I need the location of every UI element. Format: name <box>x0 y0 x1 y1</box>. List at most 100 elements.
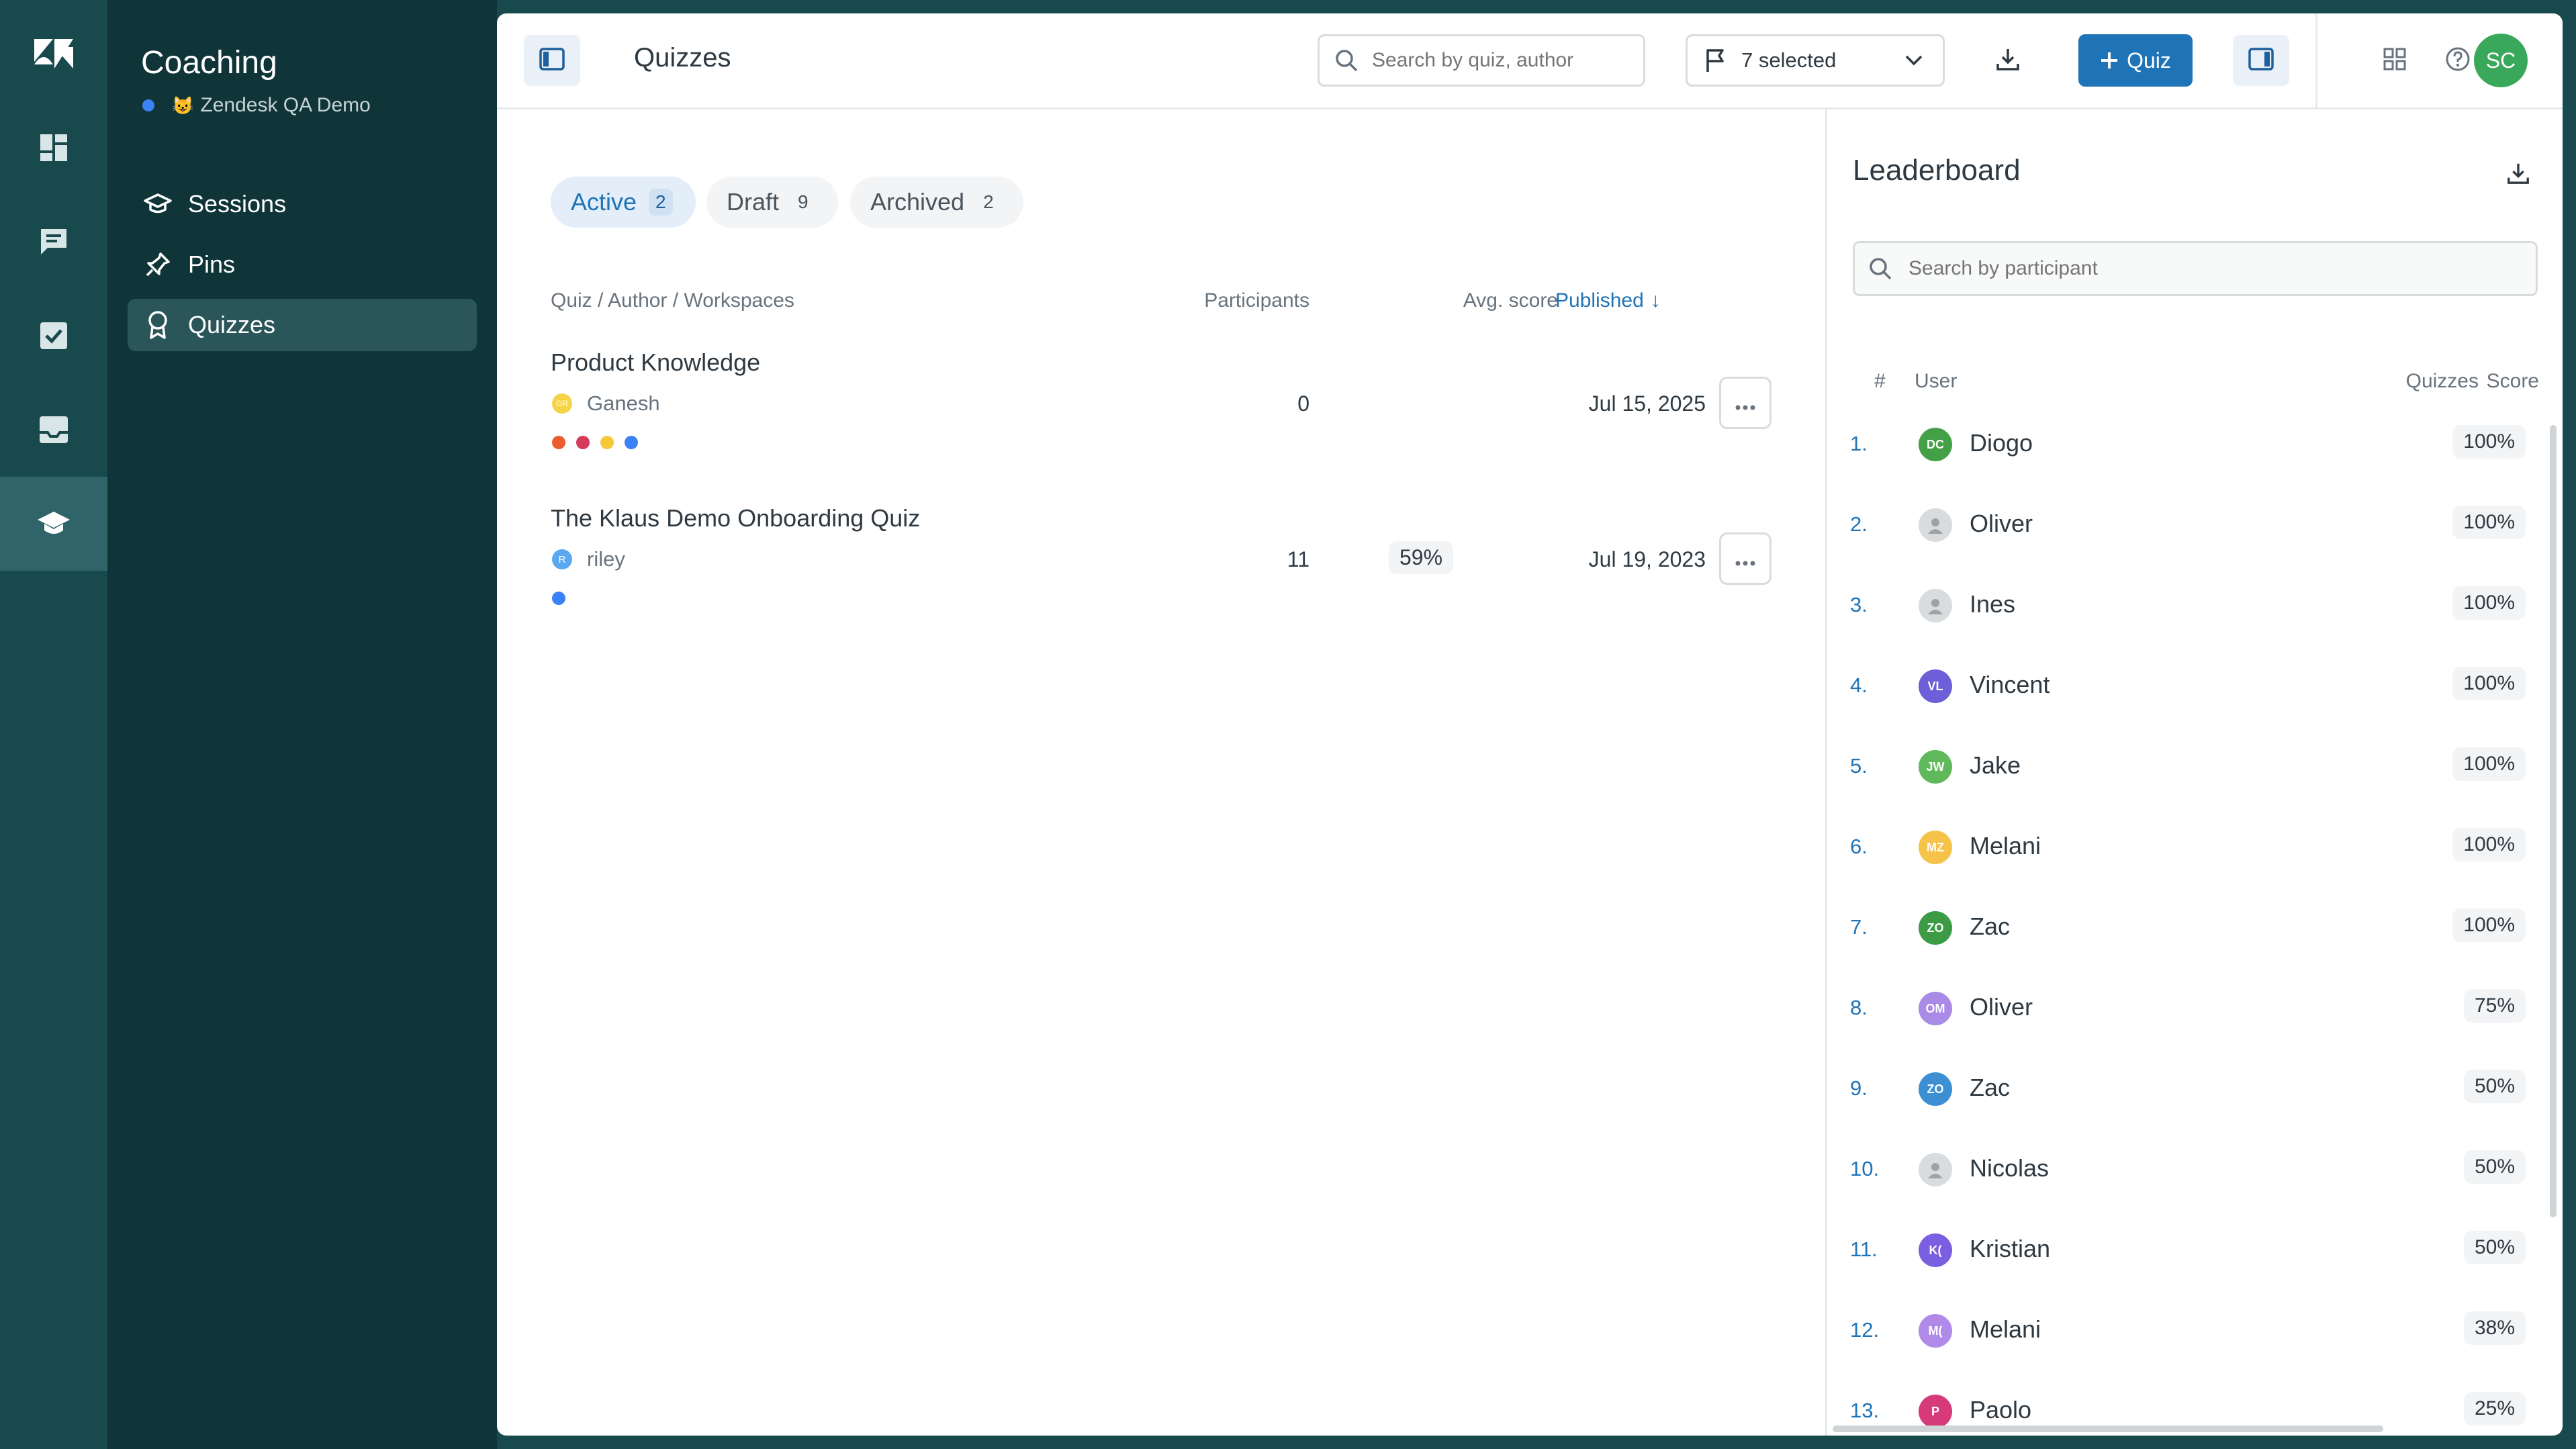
vertical-scrollbar[interactable] <box>2550 425 2557 1217</box>
add-quiz-label: Quiz <box>2127 48 2171 73</box>
quiz-count: 1 <box>2163 673 2479 698</box>
icon-rail <box>0 0 107 1449</box>
score-badge: 38% <box>2463 1311 2526 1345</box>
quiz-count: 1 <box>2163 996 2479 1020</box>
published-date: Jul 15, 2025 <box>1588 391 1706 416</box>
tab-archived[interactable]: Archived 2 <box>850 177 1023 228</box>
quiz-count: 1 <box>2163 1237 2479 1262</box>
workspace-indicator[interactable]: 😺 Zendesk QA Demo <box>142 94 371 117</box>
leaderboard-row[interactable]: 4. VL Vincent 1100% <box>1827 647 2563 727</box>
rank-number: 10. <box>1850 1157 1880 1180</box>
divider <box>2315 13 2317 107</box>
user-name[interactable]: Melani <box>1970 832 2041 860</box>
user-name[interactable]: Oliver <box>1970 510 2033 538</box>
user-avatar: OM <box>1919 992 1952 1025</box>
tab-count: 9 <box>798 191 809 212</box>
quiz-search-input[interactable] <box>1371 48 1628 73</box>
export-button[interactable] <box>1982 35 2033 86</box>
user-avatar: VL <box>1919 669 1952 703</box>
user-avatar[interactable]: SC <box>2474 34 2528 87</box>
horizontal-scrollbar[interactable] <box>1833 1425 2383 1432</box>
participants-count: 11 <box>1287 547 1309 571</box>
apps-button[interactable] <box>2369 35 2420 86</box>
participant-search-input[interactable] <box>1907 256 2514 281</box>
user-name[interactable]: Diogo <box>1970 429 2033 457</box>
user-avatar: MZ <box>1919 831 1952 864</box>
coaching-icon[interactable] <box>0 477 107 571</box>
user-name[interactable]: Melani <box>1970 1315 2041 1344</box>
participant-search-field[interactable] <box>1853 241 2538 296</box>
nav-title: Coaching <box>141 45 277 81</box>
user-name[interactable]: Nicolas <box>1970 1154 2049 1182</box>
user-name[interactable]: Zac <box>1970 913 2010 941</box>
score-badge: 100% <box>2452 667 2526 700</box>
quiz-title[interactable]: The Klaus Demo Onboarding Quiz <box>551 504 920 532</box>
author-avatar: GR <box>552 393 572 414</box>
leaderboard-title: Leaderboard <box>1853 154 2021 187</box>
leaderboard-row[interactable]: 11. K(Kristian 150% <box>1827 1211 2563 1291</box>
column-header-published[interactable]: Published ↓ <box>1555 289 1661 312</box>
avg-score-badge: 59% <box>1389 541 1454 574</box>
conversations-icon[interactable] <box>0 195 107 289</box>
column-header-user[interactable]: User <box>1915 370 1957 393</box>
column-header-participants[interactable]: Participants <box>1121 289 1309 312</box>
user-name[interactable]: Paolo <box>1970 1396 2031 1424</box>
workspace-filter-dropdown[interactable]: 7 selected <box>1686 34 1945 87</box>
user-avatar <box>1919 1153 1952 1186</box>
leaderboard-row[interactable]: 7. ZO Zac 1100% <box>1827 888 2563 969</box>
leaderboard-row[interactable]: 5. JW Jake 1100% <box>1827 727 2563 808</box>
tab-active[interactable]: Active 2 <box>551 177 696 228</box>
badge-icon <box>141 310 175 340</box>
workspace-dot-icon <box>142 99 154 111</box>
grid-icon <box>2383 48 2406 74</box>
rank-number: 1. <box>1850 432 1868 455</box>
row-actions-button[interactable] <box>1719 377 1772 429</box>
inbox-icon[interactable] <box>0 383 107 477</box>
tasks-icon[interactable] <box>0 289 107 383</box>
user-avatar <box>1919 508 1952 542</box>
column-header-avg-score[interactable]: Avg. score <box>1363 289 1558 312</box>
column-header-score[interactable]: Score <box>2487 370 2539 393</box>
nav-item-sessions[interactable]: Sessions <box>128 178 477 230</box>
leaderboard-row[interactable]: 1. DC Diogo 1100% <box>1827 405 2563 485</box>
user-name[interactable]: Zac <box>1970 1074 2010 1102</box>
sidebar-left-icon <box>539 47 565 74</box>
top-bar: Quizzes 7 selected <box>497 13 2563 109</box>
user-avatar: M( <box>1919 1314 1952 1348</box>
toggle-sidebar-button[interactable] <box>524 35 580 86</box>
leaderboard-row[interactable]: 2. Oliver 1100% <box>1827 485 2563 566</box>
row-actions-button[interactable] <box>1719 532 1772 585</box>
user-name[interactable]: Jake <box>1970 751 2021 780</box>
dashboard-icon[interactable] <box>0 101 107 195</box>
column-header-quizzes[interactable]: Quizzes <box>2297 370 2479 393</box>
quiz-title[interactable]: Product Knowledge <box>551 348 760 377</box>
user-avatar: ZO <box>1919 911 1952 945</box>
user-name[interactable]: Vincent <box>1970 671 2050 699</box>
add-quiz-button[interactable]: Quiz <box>2078 34 2193 87</box>
user-name[interactable]: Oliver <box>1970 993 2033 1021</box>
leaderboard-row[interactable]: 9. ZO Zac 250% <box>1827 1049 2563 1130</box>
nav-item-quizzes[interactable]: Quizzes <box>128 299 477 351</box>
quiz-count: 2 <box>2163 1076 2479 1101</box>
user-name[interactable]: Kristian <box>1970 1235 2050 1263</box>
workspace-dot <box>625 436 638 449</box>
zendesk-logo-icon[interactable] <box>0 7 107 101</box>
leaderboard-row[interactable]: 3. Ines 1100% <box>1827 566 2563 647</box>
user-name[interactable]: Ines <box>1970 590 2015 618</box>
toggle-leaderboard-button[interactable] <box>2233 35 2289 86</box>
tab-label: Active <box>571 188 637 216</box>
score-badge: 100% <box>2452 828 2526 861</box>
tab-draft[interactable]: Draft 9 <box>706 177 838 228</box>
column-header-quiz[interactable]: Quiz / Author / Workspaces <box>551 289 794 312</box>
leaderboard-row[interactable]: 6. MZ Melani 1100% <box>1827 808 2563 888</box>
person-placeholder-icon <box>1925 1160 1945 1180</box>
quiz-search-field[interactable] <box>1318 34 1645 87</box>
nav-item-pins[interactable]: Pins <box>128 238 477 291</box>
rank-number: 5. <box>1850 754 1868 778</box>
leaderboard-row[interactable]: 12. M(Melani 238% <box>1827 1291 2563 1372</box>
workspace-dots <box>552 592 565 605</box>
leaderboard-row[interactable]: 8. OM Oliver 175% <box>1827 969 2563 1049</box>
quiz-author: GR Ganesh <box>552 391 660 416</box>
leaderboard-export-button[interactable] <box>2495 151 2542 198</box>
leaderboard-row[interactable]: 10. Nicolas 150% <box>1827 1130 2563 1211</box>
